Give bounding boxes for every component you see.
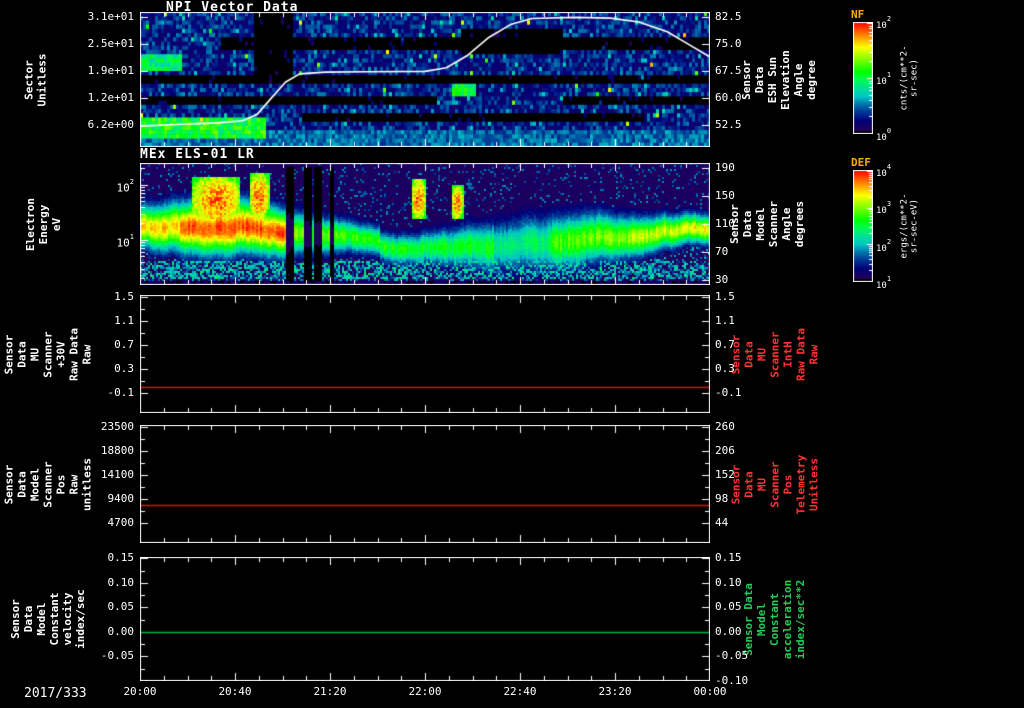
panel2-left-axis-label: Electron Energy eV — [22, 163, 64, 285]
panel3-right-ytick: 1.5 — [715, 290, 735, 304]
panel4-left-ytick: 14100 — [100, 468, 134, 482]
panel5-right-ytick: 0.05 — [715, 600, 742, 614]
x-axis-tick-label: 22:40 — [503, 685, 537, 698]
panel3-right-axis-label-text: Sensor Data MU Scanner IntH Raw Data Raw — [729, 327, 821, 381]
panel4-left-ytick: 18800 — [100, 444, 134, 458]
panel3-left-ytick: 1.5 — [114, 290, 134, 304]
panel4-right-axis-label-text: Sensor Data MU Scanner Pos Telemetry Uni… — [729, 454, 821, 514]
nf-colorbar-tick: 102 — [876, 15, 892, 31]
panel5-right-ytick: 0.10 — [715, 575, 742, 589]
panel5-left-ytick: 0.15 — [107, 551, 135, 565]
panel3-right-ytick: 0.3 — [715, 362, 735, 376]
panel2-right-ytick: 70 — [715, 245, 729, 259]
panel5-left-axis-label-text: Sensor Data Model Constant velocity inde… — [9, 589, 87, 649]
nf-colorbar-tick: 100 — [876, 127, 892, 143]
panel3-right-ytick: 1.1 — [715, 314, 735, 328]
science-plot-dashboard: NPI Vector Data MEx ELS-01 LR NF DEF Sec… — [0, 0, 1024, 708]
panel4-right-ytick: 98 — [715, 492, 729, 506]
x-axis-tick-label: 00:00 — [693, 685, 727, 698]
panel1-right-ytick: 82.5 — [715, 10, 742, 24]
panel2-left-ytick: 101 — [116, 232, 134, 250]
def-colorbar-tick: 102 — [876, 237, 892, 254]
panel4-left-axis-label-text: Sensor Data Model Scanner Pos Raw unitle… — [2, 457, 94, 511]
panel1-spectrogram-canvas — [140, 12, 710, 147]
x-axis-date-label: 2017/333 — [24, 686, 87, 701]
x-axis-tick-label: 22:00 — [408, 685, 442, 698]
panel2-left-ytick: 102 — [116, 177, 134, 195]
def-colorbar-tick: 104 — [876, 163, 892, 179]
panel2-title: MEx ELS-01 LR — [140, 147, 255, 162]
panel5-left-ytick: 0.00 — [107, 624, 135, 638]
panel3-left-ytick: 0.3 — [114, 362, 134, 376]
panel3-right-ytick: -0.1 — [715, 385, 742, 399]
panel3-right-ytick: 0.7 — [715, 338, 735, 352]
panel1-left-ytick: 3.1e+01 — [87, 10, 134, 24]
x-axis-tick-label: 21:20 — [313, 685, 347, 698]
colorbar-def-canvas — [853, 170, 873, 282]
panel3-left-axis-label-text: Sensor Data MU Scanner +30V Raw Data Raw — [2, 327, 94, 381]
panel5-right-axis-label-text: Sensor Data Model Constant acceleration … — [742, 579, 808, 659]
panel1-left-ytick: 1.9e+01 — [87, 64, 134, 78]
panel4-line-plot-canvas — [140, 425, 710, 543]
panel2-right-ytick: 150 — [715, 188, 735, 202]
panel4-right-ytick: 260 — [715, 420, 735, 434]
panel3-left-ytick: -0.1 — [107, 385, 135, 399]
panel1-left-axis-label: Sector Unitless — [14, 12, 56, 147]
panel5-right-ytick: -0.05 — [715, 649, 749, 663]
panel1-left-ytick: 2.5e+01 — [87, 37, 134, 51]
x-axis-tick-label: 23:20 — [598, 685, 632, 698]
panel3-left-ytick: 0.7 — [114, 338, 134, 352]
panel5-left-ytick: 0.05 — [107, 600, 135, 614]
panel5-left-ytick: -0.05 — [100, 649, 134, 663]
panel2-right-ytick: 190 — [715, 160, 735, 174]
panel1-right-ytick: 67.5 — [715, 64, 742, 78]
panel1-right-ytick: 60.0 — [715, 91, 742, 105]
panel4-right-ytick: 206 — [715, 444, 735, 458]
panel4-right-ytick: 152 — [715, 468, 735, 482]
nf-colorbar-tick: 101 — [876, 71, 892, 87]
colorbar-def-units-label: ergs/(cm**2-sr-sec-eV) — [890, 164, 930, 288]
colorbar-nf-title: NF — [851, 8, 865, 21]
panel3-line-plot-canvas — [140, 295, 710, 413]
panel2-spectrogram-canvas — [140, 163, 710, 285]
colorbar-nf-canvas — [853, 22, 873, 134]
panel1-right-ytick: 75.0 — [715, 37, 742, 51]
panel4-left-ytick: 9400 — [107, 492, 135, 506]
def-colorbar-tick: 101 — [876, 275, 892, 291]
panel2-right-ytick: 30 — [715, 273, 729, 287]
panel3-left-ytick: 1.1 — [114, 314, 134, 328]
panel1-left-ytick: 6.2e+00 — [87, 118, 134, 132]
panel2-left-axis-label-text: Electron Energy eV — [23, 197, 63, 251]
panel2-right-ytick: 110 — [715, 217, 735, 230]
x-axis-tick-label: 20:40 — [218, 685, 252, 698]
panel1-left-ytick: 1.2e+01 — [87, 91, 134, 105]
panel5-right-ytick: 0.15 — [715, 551, 742, 565]
panel4-left-ytick: 4700 — [107, 515, 135, 529]
panel1-left-axis-label-text: Sector Unitless — [22, 53, 49, 106]
panel5-left-ytick: 0.10 — [107, 575, 135, 589]
panel5-right-ytick: 0.00 — [715, 624, 742, 638]
colorbar-def-title: DEF — [851, 156, 871, 169]
panel1-right-ytick: 52.5 — [715, 118, 742, 132]
def-colorbar-tick: 103 — [876, 200, 892, 217]
x-axis-tick-label: 20:00 — [123, 685, 157, 698]
panel4-right-ytick: 44 — [715, 515, 729, 529]
panel5-line-plot-canvas — [140, 557, 710, 681]
panel4-left-ytick: 23500 — [100, 420, 134, 434]
